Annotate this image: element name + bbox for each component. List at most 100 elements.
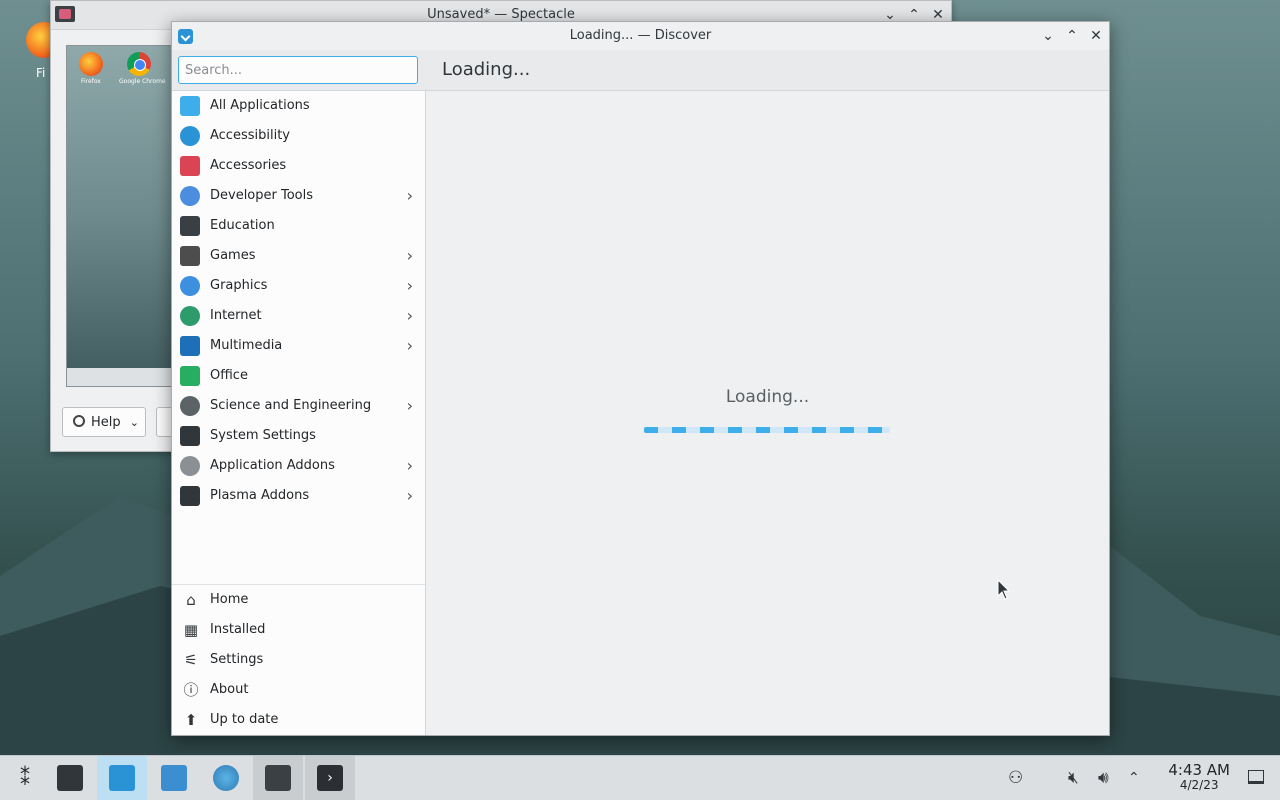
- chevron-right-icon: ›: [406, 186, 413, 205]
- taskbar-spectacle[interactable]: [253, 756, 303, 800]
- help-label: Help: [91, 415, 121, 430]
- category-item[interactable]: Application Addons ›: [172, 451, 425, 481]
- grid-icon: [180, 96, 200, 116]
- discover-title: Loading... — Discover: [569, 28, 712, 43]
- category-label: Internet: [210, 308, 262, 323]
- nav-item-up-to-date[interactable]: ⬆ Up to date: [172, 705, 425, 735]
- main-content: Loading...: [426, 91, 1109, 735]
- nav-label: Installed: [210, 622, 266, 637]
- sliders-icon: [180, 426, 200, 446]
- taskbar-file-manager[interactable]: [149, 756, 199, 800]
- nav-item-installed[interactable]: ▦ Installed: [172, 615, 425, 645]
- category-item[interactable]: Games ›: [172, 241, 425, 271]
- firefox-icon: [79, 52, 103, 76]
- accessibility-icon: [180, 126, 200, 146]
- clock-time: 4:43 AM: [1168, 761, 1230, 779]
- category-item[interactable]: Accessibility: [172, 121, 425, 151]
- clock-date: 4/2/23: [1179, 778, 1219, 792]
- user-icon[interactable]: ⚇: [1008, 768, 1023, 788]
- chevron-right-icon: ›: [406, 246, 413, 265]
- category-item[interactable]: Graphics ›: [172, 271, 425, 301]
- speaker-muted-icon[interactable]: 🔇︎: [1068, 768, 1079, 788]
- page-title: Loading...: [442, 59, 531, 80]
- spectacle-title: Unsaved* — Spectacle: [427, 7, 575, 22]
- nav-label: About: [210, 682, 249, 697]
- category-item[interactable]: Multimedia ›: [172, 331, 425, 361]
- toolbox-icon: [180, 156, 200, 176]
- search-input[interactable]: [178, 56, 418, 84]
- category-label: Multimedia: [210, 338, 283, 353]
- terminal-icon: ›: [317, 765, 343, 791]
- category-label: Accessibility: [210, 128, 290, 143]
- chevron-right-icon: ›: [406, 456, 413, 475]
- nav-item-settings[interactable]: ⚟ Settings: [172, 645, 425, 675]
- loading-label: Loading...: [725, 387, 810, 407]
- category-item[interactable]: Science and Engineering ›: [172, 391, 425, 421]
- settings-icon: ⚟: [184, 651, 198, 669]
- clock[interactable]: 4:43 AM 4/2/23: [1168, 761, 1230, 792]
- bottom-nav: ⌂ Home ▦ Installed ⚟ Settings ⓘ About ⬆ Up to dat…: [172, 584, 425, 735]
- category-label: System Settings: [210, 428, 316, 443]
- category-label: Science and Engineering: [210, 398, 372, 413]
- category-label: Education: [210, 218, 275, 233]
- gamepad-icon: [180, 246, 200, 266]
- taskbar-discover[interactable]: [97, 756, 147, 800]
- preview-taskbar: [67, 368, 187, 386]
- category-item[interactable]: System Settings: [172, 421, 425, 451]
- globe-icon: [180, 306, 200, 326]
- category-item[interactable]: Plasma Addons ›: [172, 481, 425, 511]
- minimize-icon[interactable]: ⌄: [1039, 27, 1057, 45]
- category-label: Accessories: [210, 158, 287, 173]
- close-icon[interactable]: ✕: [1087, 27, 1105, 45]
- show-desktop-button[interactable]: [1248, 770, 1264, 784]
- category-label: Developer Tools: [210, 188, 314, 203]
- upload-icon: ⬆: [184, 711, 198, 729]
- app-launcher-button[interactable]: ⁑: [0, 756, 50, 800]
- chrome-icon: [127, 52, 151, 76]
- plasma-launcher-icon: ⁑: [20, 766, 30, 790]
- category-item[interactable]: Accessories: [172, 151, 425, 181]
- discover-window[interactable]: Loading... — Discover ⌄ ⌃ ✕ Loading... A…: [171, 21, 1110, 736]
- home-icon: ⌂: [186, 591, 196, 609]
- chevron-right-icon: ›: [406, 486, 413, 505]
- globe-icon: [213, 765, 239, 791]
- category-item[interactable]: Education: [172, 211, 425, 241]
- discover-icon: [109, 765, 135, 791]
- discover-titlebar[interactable]: Loading... — Discover ⌄ ⌃ ✕: [172, 22, 1109, 50]
- installed-icon: ▦: [183, 621, 199, 639]
- chevron-right-icon: ›: [406, 396, 413, 415]
- taskbar-terminal[interactable]: ›: [305, 756, 355, 800]
- category-sidebar: All Applications Accessibility Accessories…: [172, 91, 426, 735]
- preview-label: Google Chrome: [119, 78, 166, 85]
- nav-label: Settings: [210, 652, 264, 667]
- plasma-icon: [180, 486, 200, 506]
- category-label: Office: [210, 368, 248, 383]
- monitor-icon: [180, 336, 200, 356]
- flask-icon: [180, 396, 200, 416]
- nav-item-about[interactable]: ⓘ About: [172, 675, 425, 705]
- chevron-right-icon: ›: [406, 336, 413, 355]
- chevron-right-icon: ›: [406, 306, 413, 325]
- loading-progress-bar: [644, 427, 890, 433]
- category-label: Graphics: [210, 278, 268, 293]
- taskbar-system-settings[interactable]: [45, 756, 95, 800]
- info-icon: ⓘ: [183, 681, 199, 699]
- taskbar-browser[interactable]: [201, 756, 251, 800]
- nav-item-home[interactable]: ⌂ Home: [172, 585, 425, 615]
- chevron-down-icon: ⌄: [129, 416, 139, 429]
- volume-icon[interactable]: 🔊︎: [1098, 768, 1109, 788]
- category-item[interactable]: Developer Tools ›: [172, 181, 425, 211]
- help-button[interactable]: Help ⌄: [62, 407, 146, 437]
- maximize-icon[interactable]: ⌃: [1063, 27, 1081, 45]
- preview-label: Firefox: [81, 78, 101, 85]
- category-item[interactable]: Office: [172, 361, 425, 391]
- folder-icon: [161, 765, 187, 791]
- category-label: Application Addons: [210, 458, 335, 473]
- category-item[interactable]: All Applications: [172, 91, 425, 121]
- chevron-up-icon[interactable]: ⌃: [1128, 770, 1140, 786]
- category-label: All Applications: [210, 98, 310, 113]
- category-label: Games: [210, 248, 256, 263]
- category-item[interactable]: Internet ›: [172, 301, 425, 331]
- document-icon: [180, 366, 200, 386]
- help-icon: [73, 415, 85, 427]
